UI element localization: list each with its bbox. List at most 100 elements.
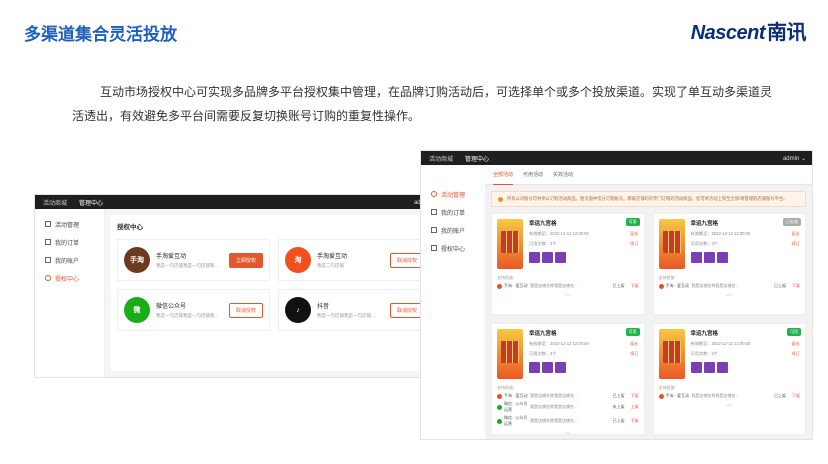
platform-info: 抖音 我是一句店铺我是一句店铺… [317, 301, 390, 319]
platform-info: 微信公众号 我是一句店铺我是一句店铺我… [156, 301, 229, 319]
tab-activity-mall[interactable]: 活动商城 [427, 154, 455, 163]
channel-status: 未上架 [612, 404, 625, 409]
channel-shop: 我是店铺名称我是店铺名… [530, 283, 578, 288]
tab-expired-activities[interactable]: 失效活动 [553, 165, 573, 185]
channel-shop: 我是店铺名称我是店铺名… [691, 283, 740, 288]
auth-icon [431, 245, 437, 251]
platform-card: 微微信公众号 我是一句店铺我是一句店铺我… 取消授权 [117, 289, 270, 331]
channel-icon [497, 393, 502, 399]
extend-link[interactable]: 延长 [792, 231, 800, 237]
account-icon [45, 257, 51, 263]
channel-icon [658, 283, 664, 289]
renew-link[interactable]: 续订 [792, 351, 800, 357]
count-row: 可用次数：3个 续订 [529, 351, 639, 357]
activity-info: 幸运九宫格 有效期至：2022-12-12 12:00:00 延长 可用次数：3个 续订 [529, 219, 639, 269]
collapse-chevron-icon[interactable]: ︿ [497, 289, 639, 298]
activity-thumbnail [658, 329, 685, 379]
collapse-chevron-icon[interactable]: ︿ [659, 399, 801, 408]
activity-card-top: 幸运九宫格 有效期至：2022-12-12 12:00:00 延长 可用次数：3个 续订 [658, 329, 800, 379]
sidebar-item-label: 授权中心 [55, 276, 80, 283]
activity-card: 已失效 幸运九宫格 有效期至：2022-12-12 12:00:00 延长 可用次数：3… [652, 213, 806, 315]
prize-thumbnail [542, 252, 553, 263]
count-label: 可用次数： [529, 241, 550, 246]
sidebar-item-orders[interactable]: 我的订单 [421, 203, 485, 221]
validity-text: 有效期至：2022-12-12 12:00:00 [529, 341, 589, 347]
validity-date: 2022-12-12 12:00:00 [711, 341, 751, 346]
channel-name: 手淘 · 爱互动 [504, 283, 528, 288]
sidebar-item-account[interactable]: 我的账户 [35, 251, 104, 269]
collapse-chevron-icon[interactable]: ︿ [659, 289, 801, 298]
platform-name: 手淘爱互动 [156, 254, 187, 260]
collapse-chevron-icon[interactable]: ︿ [497, 427, 639, 436]
channel-shop: 我是店铺名称我是店铺名… [530, 404, 578, 409]
notice-text: 所有公司账号可共享以订购活动商品，使页面中仅分订购账号。哪家店铺均有专门订购的活… [507, 196, 788, 201]
channel-action-link[interactable]: 下架 [631, 283, 639, 289]
logo-cn: 南讯 [767, 22, 807, 44]
slide-title: 多渠道集合灵活投放 [24, 25, 177, 44]
revoke-auth-button[interactable]: 取消授权 [389, 302, 424, 318]
activity-tabs: 全部活动 可用活动 失效活动 [485, 165, 812, 185]
platform-logo-icon: 淘 [285, 247, 311, 273]
renew-link[interactable]: 续订 [630, 351, 638, 357]
auth-main: 授权中心 手淘 手淘爱互动 我是一句店铺我是一句店铺我… 立即授权淘手淘爱互动 我是二句… [105, 209, 443, 377]
activity-card: 可用 幸运九宫格 有效期至：2022-12-12 12:00:00 延长 可用次数：3个… [491, 213, 645, 315]
channel-shop: 我是店铺名称我是店铺名… [530, 418, 578, 423]
user-menu[interactable]: admin ⌄ [783, 155, 806, 162]
status-badge: 可用 [625, 328, 640, 336]
channel-row: 微信 · 公众号运营 我是店铺名称我是店铺名… 已上架 下架 [497, 415, 639, 427]
sidebar-item-orders[interactable]: 我的订单 [35, 233, 104, 251]
revoke-auth-button[interactable]: 取消授权 [389, 252, 424, 268]
platform-card: ♪ 抖音 我是一句店铺我是一句店铺… 取消授权 [278, 289, 431, 331]
orders-icon [431, 209, 437, 215]
count-value: 3个 [711, 351, 718, 356]
activity-thumbnail [497, 329, 523, 379]
platform-grid: 手淘 手淘爱互动 我是一句店铺我是一句店铺我… 立即授权淘手淘爱互动 我是二句店铺 取消授… [117, 239, 431, 331]
activity-card-top: 幸运九宫格 有效期至：2022-12-12 12:00:00 延长 可用次数：3个 续订 [497, 219, 639, 269]
channel-action-link[interactable]: 下架 [792, 393, 800, 399]
user-name: admin [782, 155, 800, 162]
validity-row: 有效期至：2022-12-12 12:00:00 延长 [691, 231, 801, 237]
sidebar-item-label: 活动管理 [441, 192, 466, 199]
sidebar-item-activity[interactable]: 活动管理 [35, 215, 104, 233]
panel-title: 授权中心 [117, 224, 143, 231]
platform-desc: 我是一句店铺我是一句店铺我… [156, 313, 219, 318]
channel-action-link[interactable]: 下架 [631, 393, 639, 399]
channel-icon [658, 393, 664, 399]
activity-info: 幸运九宫格 有效期至：2022-12-12 12:00:00 延长 可用次数：3个 续订 [690, 219, 801, 269]
prize-thumbnail [690, 362, 702, 373]
validity-label: 有效期至： [690, 231, 712, 236]
tab-available-activities[interactable]: 可用活动 [523, 165, 543, 185]
renew-link[interactable]: 续订 [630, 241, 638, 247]
prize-thumbnail [690, 252, 702, 263]
channel-action-link[interactable]: 下架 [631, 418, 639, 424]
channel-action-link[interactable]: 下架 [792, 283, 800, 289]
prize-thumbnail [529, 362, 540, 373]
auth-center-window: 活动商城 管理中心 admin ⌄ 活动管理 我的订单 我的账户 授权中心 授权… [35, 195, 443, 377]
sidebar-item-activity[interactable]: 活动管理 [421, 185, 485, 203]
activity-name: 幸运九宫格 [529, 221, 557, 227]
platform-logo-icon: ♪ [285, 297, 311, 323]
channel-action-link[interactable]: 上架 [631, 404, 639, 410]
tab-management-center[interactable]: 管理中心 [77, 198, 105, 207]
sidebar-item-account[interactable]: 我的账户 [421, 221, 485, 239]
extend-link[interactable]: 延长 [630, 231, 638, 237]
activity-name: 幸运九宫格 [690, 331, 719, 337]
auth-panel: 授权中心 手淘 手淘爱互动 我是一句店铺我是一句店铺我… 立即授权淘手淘爱互动 我是二句… [111, 215, 437, 371]
status-badge: 可用 [787, 328, 801, 336]
activity-thumbnail [497, 219, 523, 269]
extend-link[interactable]: 延长 [630, 341, 638, 347]
tab-activity-mall[interactable]: 活动商城 [41, 198, 69, 207]
authorize-button[interactable]: 立即授权 [228, 252, 263, 268]
activity-card: 可用 幸运九宫格 有效期至：2022-12-12 12:00:00 延长 可用次数：3个… [491, 323, 645, 436]
revoke-auth-button[interactable]: 取消授权 [228, 302, 263, 318]
tab-management-center[interactable]: 管理中心 [463, 154, 491, 163]
tab-all-activities[interactable]: 全部活动 [493, 165, 514, 185]
sidebar-item-auth[interactable]: 授权中心 [421, 239, 485, 257]
prize-thumbnail [703, 252, 715, 263]
sidebar-item-auth[interactable]: 授权中心 [35, 269, 104, 287]
channel-shop: 我是店铺名称我是店铺名… [691, 393, 740, 398]
validity-label: 有效期至： [529, 231, 550, 236]
renew-link[interactable]: 续订 [792, 241, 800, 247]
sidebar-item-label: 我的账户 [55, 258, 80, 265]
extend-link[interactable]: 延长 [792, 341, 800, 347]
